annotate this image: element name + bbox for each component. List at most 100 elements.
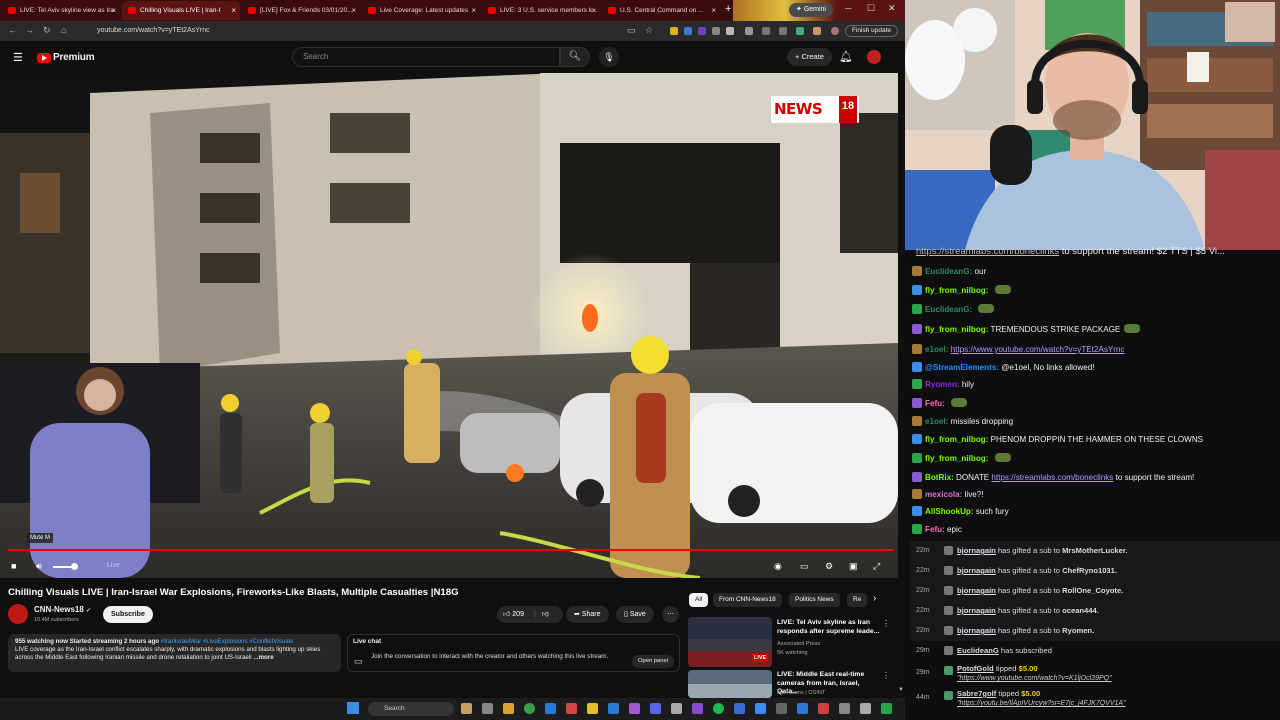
stop-icon[interactable]: ■ <box>11 561 16 571</box>
video-player[interactable] <box>0 73 898 578</box>
browser-tab[interactable]: LIVE: 3 U.S. service members k... × <box>482 1 600 20</box>
event-target-user[interactable]: ocean444. <box>1062 606 1099 615</box>
taskbar-app-icon[interactable] <box>755 703 766 714</box>
finish-update-button[interactable]: Finish update <box>845 25 899 37</box>
rec-more-icon[interactable]: ⋮ <box>882 671 890 680</box>
taskbar-spotify-icon[interactable] <box>713 703 724 714</box>
settings-gear-icon[interactable]: ⚙ <box>825 561 833 572</box>
chat-username[interactable]: EuclideanG: <box>925 305 972 314</box>
chat-username[interactable]: e1oel: <box>925 345 948 354</box>
cast-icon[interactable]: ▭ <box>627 25 636 36</box>
browser-tab[interactable]: U.S. Central Command on ... × <box>602 1 720 20</box>
taskbar-app-icon[interactable] <box>818 703 829 714</box>
taskbar-app-icon[interactable] <box>734 703 745 714</box>
close-window-icon[interactable]: ✕ <box>888 3 896 14</box>
taskbar-chrome-icon[interactable] <box>524 703 535 714</box>
extension-icon[interactable] <box>698 27 706 35</box>
chat-username[interactable]: Fefu: <box>925 525 945 534</box>
scroll-down-arrow-icon[interactable]: ▼ <box>898 687 904 693</box>
chat-username[interactable]: AllShookUp: <box>925 507 974 516</box>
rec-channel[interactable]: Associated Press <box>777 641 820 647</box>
chat-username[interactable]: EuclideanG: <box>925 267 972 276</box>
taskbar-app-icon[interactable] <box>671 703 682 714</box>
extension-icon[interactable] <box>813 27 821 35</box>
more-actions-icon[interactable]: ⋯ <box>662 606 679 623</box>
account-avatar[interactable] <box>867 50 881 64</box>
volume-slider-handle[interactable] <box>71 563 78 570</box>
close-tab-icon[interactable]: × <box>471 1 476 20</box>
chat-username[interactable]: mexicola: <box>925 490 962 499</box>
pause-autoplay-icon[interactable]: ◉ <box>774 561 782 572</box>
profile-avatar[interactable] <box>831 27 839 35</box>
volume-icon[interactable]: 🔊︎ <box>36 561 42 572</box>
chat-link[interactable]: https://streamlabs.com/boneclinks <box>991 473 1113 482</box>
chip-politics-news[interactable]: Politics News <box>789 593 840 607</box>
event-username[interactable]: bjornagain <box>957 626 996 635</box>
extension-icon[interactable] <box>670 27 678 35</box>
description-hashtags[interactable]: #IranIsraelWar #LiveExplosions #Conflict… <box>161 638 293 645</box>
live-indicator[interactable]: Live <box>107 562 120 569</box>
browser-tab[interactable]: Live Coverage: Latest updates × <box>362 1 480 20</box>
fullscreen-icon[interactable]: ⤢ <box>873 561 880 572</box>
close-tab-icon[interactable]: × <box>111 1 116 20</box>
close-tab-icon[interactable]: × <box>351 1 356 20</box>
miniplayer-icon[interactable]: ▣ <box>849 561 858 572</box>
channel-avatar[interactable] <box>8 604 28 624</box>
event-username[interactable]: bjornagain <box>957 546 996 555</box>
taskbar-app-icon[interactable] <box>776 703 787 714</box>
taskbar-app-icon[interactable] <box>629 703 640 714</box>
extension-icon[interactable] <box>712 27 720 35</box>
windows-start-icon[interactable] <box>347 702 359 714</box>
taskbar-app-icon[interactable] <box>881 703 892 714</box>
chat-username[interactable]: @StreamElements: <box>925 363 999 372</box>
extension-icon[interactable] <box>684 27 692 35</box>
chat-username[interactable]: fly_from_nilbog: <box>925 286 988 295</box>
rec-thumbnail[interactable] <box>688 670 772 698</box>
tip-username[interactable]: PotofGold <box>957 664 994 673</box>
event-username[interactable]: bjornagain <box>957 586 996 595</box>
pinned-link[interactable]: https://streamlabs.com/boneclinks <box>916 246 1059 257</box>
thumbs-down-icon[interactable]: 👎︎ <box>542 611 549 618</box>
extension-icon[interactable] <box>726 27 734 35</box>
like-button[interactable]: 👍︎ 209 | 👎︎ <box>497 606 563 623</box>
chat-username[interactable]: Ryomen: <box>925 380 960 389</box>
chat-username[interactable]: BotRix: <box>925 473 954 482</box>
youtube-premium-logo-text[interactable]: Premium <box>53 52 95 63</box>
downloads-icon[interactable] <box>762 27 770 35</box>
extension-icon[interactable] <box>796 27 804 35</box>
live-progress-bar[interactable] <box>8 549 894 551</box>
chat-username[interactable]: Fefu: <box>925 399 945 408</box>
chip-from-channel[interactable]: From CNN-News18 <box>713 593 782 607</box>
event-target-user[interactable]: Ryomen. <box>1062 626 1094 635</box>
minimize-icon[interactable]: ─ <box>845 3 851 13</box>
search-input[interactable]: Search <box>292 47 560 67</box>
close-tab-icon[interactable]: × <box>591 1 596 20</box>
bookmark-star-icon[interactable]: ☆ <box>645 25 653 36</box>
taskbar-app-icon[interactable] <box>482 703 493 714</box>
chat-username[interactable]: fly_from_nilbog: <box>925 325 988 334</box>
maximize-icon[interactable]: ☐ <box>867 3 875 14</box>
chat-username[interactable]: fly_from_nilbog: <box>925 454 988 463</box>
browser-tab[interactable]: [LIVE] Fox & Friends 03/01/20... × <box>242 1 360 20</box>
voice-search-mic-icon[interactable]: 🎙︎ <box>599 47 619 67</box>
home-icon[interactable]: ⌂ <box>61 25 66 35</box>
url-field[interactable]: youtube.com/watch?v=yTEt2AsYrnc <box>79 24 619 38</box>
event-target-user[interactable]: ChefRyno1031. <box>1062 566 1117 575</box>
rec-more-icon[interactable]: ⋮ <box>882 619 890 628</box>
browser-tab-active[interactable]: Chilling Visuals LIVE | Iran-I × <box>122 1 240 20</box>
rec-channel[interactable]: Intel Cams | OSINT <box>777 690 825 696</box>
taskbar-app-icon[interactable] <box>503 703 514 714</box>
description-box[interactable]: 955 watching now Started streaming 2 hou… <box>8 634 341 672</box>
show-more-link[interactable]: ...more <box>253 654 273 661</box>
taskbar-search[interactable]: Search <box>368 702 454 716</box>
forward-icon[interactable]: → <box>25 25 34 35</box>
subtitles-icon[interactable]: ▭ <box>800 561 809 572</box>
taskbar-app-icon[interactable] <box>839 703 850 714</box>
chat-link[interactable]: https://www.youtube.com/watch?v=yTEt2AsY… <box>951 345 1125 354</box>
chat-username[interactable]: fly_from_nilbog: <box>925 435 988 444</box>
search-button[interactable]: 🔍︎ <box>560 47 590 67</box>
extensions-puzzle-icon[interactable] <box>745 27 753 35</box>
save-button[interactable]: ▯ Save <box>616 606 654 623</box>
tip-message-link[interactable]: "https://youtu.be/IlApIVUrcyw?si=E7jc_j4… <box>957 700 1126 707</box>
chat-username[interactable]: e1oel: <box>925 417 948 426</box>
